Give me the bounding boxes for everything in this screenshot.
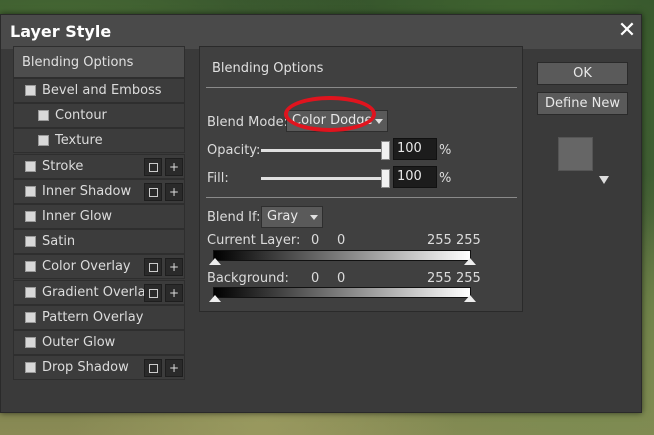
chevron-down-icon[interactable] — [599, 176, 609, 184]
duplicate-effect-button[interactable] — [144, 182, 162, 201]
sidebar-item-label: Stroke — [42, 158, 84, 174]
checkbox[interactable] — [38, 110, 49, 122]
blend-if-select[interactable]: Gray — [261, 206, 323, 228]
sidebar-header-label: Blending Options — [22, 55, 134, 70]
chevron-down-icon — [310, 215, 318, 220]
opacity-unit: % — [439, 143, 452, 158]
checkbox[interactable] — [25, 311, 36, 323]
checkbox[interactable] — [25, 261, 36, 273]
sidebar-item-stroke[interactable]: Stroke + — [13, 153, 185, 179]
fill-slider[interactable] — [261, 177, 386, 180]
background-high: 255 255 — [427, 271, 481, 286]
chevron-down-icon — [375, 119, 383, 124]
duplicate-effect-button[interactable] — [144, 258, 162, 277]
add-effect-button[interactable]: + — [165, 182, 183, 201]
add-effect-button[interactable]: + — [165, 283, 183, 302]
blend-mode-label: Blend Mode: — [207, 115, 288, 130]
add-effect-button[interactable]: + — [165, 258, 183, 277]
checkbox[interactable] — [25, 362, 36, 374]
sidebar-item-label: Contour — [55, 108, 107, 124]
duplicate-effect-button[interactable] — [144, 157, 162, 176]
current-layer-label: Current Layer: — [207, 233, 301, 248]
duplicate-effect-button[interactable] — [144, 359, 162, 378]
sidebar-item-texture[interactable]: Texture — [13, 128, 185, 154]
fill-label: Fill: — [207, 171, 229, 186]
background-low-a: 0 — [311, 271, 320, 286]
background-high-handle[interactable] — [464, 295, 476, 302]
sidebar-item-label: Pattern Overlay — [42, 309, 144, 325]
divider — [206, 87, 517, 88]
checkbox[interactable] — [38, 135, 49, 147]
blend-if-value: Gray — [267, 209, 299, 224]
sidebar-item-inner-glow[interactable]: Inner Glow — [13, 204, 185, 229]
duplicate-effect-button[interactable] — [144, 283, 162, 302]
effects-sidebar: Blending Options Bevel and Emboss Contour… — [13, 46, 185, 396]
define-new-button[interactable]: Define New — [537, 92, 628, 115]
sidebar-item-label: Inner Shadow — [42, 183, 132, 199]
add-effect-button[interactable]: + — [165, 157, 183, 176]
opacity-slider-thumb[interactable] — [381, 141, 390, 160]
sidebar-item-label: Gradient Overlay — [42, 284, 154, 300]
opacity-slider[interactable] — [261, 149, 386, 152]
title-bar[interactable]: Layer Style ✕ — [1, 15, 641, 49]
current-layer-high-handle[interactable] — [464, 258, 476, 265]
sidebar-item-inner-shadow[interactable]: Inner Shadow + — [13, 178, 185, 204]
current-layer-gradient — [213, 250, 471, 261]
sidebar-item-label: Texture — [55, 133, 103, 149]
blending-options-panel: Blending Options Blend Mode: Color Dodge… — [199, 46, 523, 312]
dialog-title: Layer Style — [10, 22, 112, 41]
square-icon — [148, 263, 158, 273]
sidebar-item-label: Inner Glow — [42, 209, 113, 224]
background-low-handle[interactable] — [209, 295, 221, 302]
sidebar-item-satin[interactable]: Satin — [13, 229, 185, 255]
sidebar-item-label: Drop Shadow — [42, 360, 129, 376]
sidebar-item-blending-options[interactable]: Blending Options — [13, 46, 185, 78]
opacity-label: Opacity: — [207, 143, 261, 158]
background-label: Background: — [207, 271, 289, 286]
square-icon — [148, 187, 158, 197]
sidebar-item-drop-shadow[interactable]: Drop Shadow + — [13, 355, 185, 381]
sidebar-item-gradient-overlay[interactable]: Gradient Overlay + — [13, 279, 185, 305]
current-layer-high: 255 255 — [427, 233, 481, 248]
fill-input[interactable]: 100 — [393, 166, 437, 188]
opacity-input[interactable]: 100 — [393, 138, 437, 160]
blend-if-label: Blend If: — [207, 210, 261, 225]
sidebar-item-pattern-overlay[interactable]: Pattern Overlay — [13, 304, 185, 330]
current-layer-low-b: 0 — [337, 233, 346, 248]
red-annotation-circle — [284, 96, 376, 132]
checkbox[interactable] — [25, 236, 36, 248]
square-icon — [148, 288, 158, 298]
checkbox[interactable] — [25, 286, 36, 298]
sidebar-item-label: Color Overlay — [42, 259, 131, 275]
sidebar-item-color-overlay[interactable]: Color Overlay + — [13, 254, 185, 280]
add-effect-button[interactable]: + — [165, 359, 183, 378]
current-layer-low-handle[interactable] — [209, 258, 221, 265]
sidebar-item-bevel-and-emboss[interactable]: Bevel and Emboss — [13, 78, 185, 103]
square-icon — [148, 364, 158, 374]
sidebar-item-label: Satin — [42, 234, 76, 250]
sidebar-item-outer-glow[interactable]: Outer Glow — [13, 330, 185, 355]
section-title: Blending Options — [212, 61, 324, 76]
ok-button[interactable]: OK — [537, 62, 628, 85]
background-low-b: 0 — [337, 271, 346, 286]
checkbox[interactable] — [25, 85, 36, 96]
sidebar-item-label: Bevel and Emboss — [42, 83, 162, 98]
checkbox[interactable] — [25, 185, 36, 197]
current-layer-low-a: 0 — [311, 233, 320, 248]
checkbox[interactable] — [25, 211, 36, 222]
checkbox[interactable] — [25, 160, 36, 172]
fill-slider-thumb[interactable] — [381, 169, 390, 188]
close-icon[interactable]: ✕ — [615, 18, 639, 44]
style-preview-swatch — [558, 137, 593, 171]
background-gradient — [213, 287, 471, 298]
square-icon — [148, 162, 158, 172]
checkbox[interactable] — [25, 337, 36, 348]
fill-unit: % — [439, 171, 452, 186]
sidebar-item-label: Outer Glow — [42, 335, 116, 350]
divider — [206, 197, 517, 198]
sidebar-item-contour[interactable]: Contour — [13, 103, 185, 129]
